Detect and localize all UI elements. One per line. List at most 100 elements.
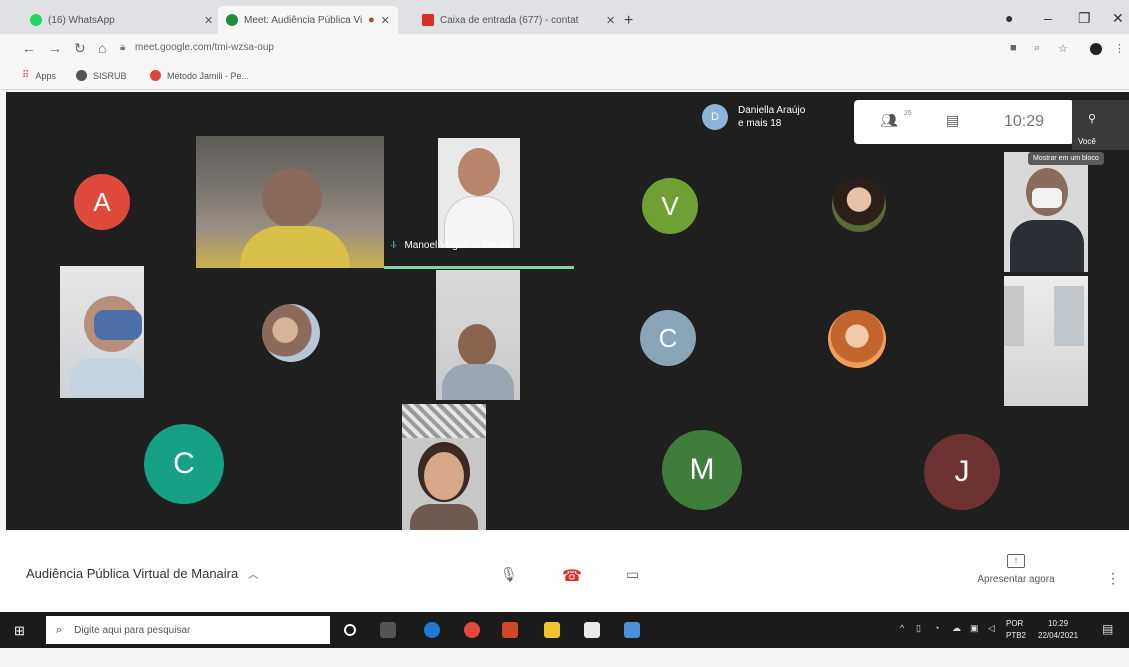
tab-label: Caixa de entrada (677) - contat [440, 14, 579, 26]
task-view-icon[interactable] [380, 622, 396, 638]
participant-avatar-a[interactable]: A [74, 174, 130, 230]
video-tile[interactable] [196, 136, 384, 268]
meeting-title: Audiência Pública Virtual de Manaira [26, 566, 239, 581]
avatar: D [702, 104, 728, 130]
more-options-icon[interactable]: ⋮ [1106, 570, 1120, 587]
cortana-icon[interactable] [344, 624, 356, 636]
battery-icon[interactable]: ▯ [916, 623, 921, 634]
bookmarks-bar: ⠿ Apps SISRUB Método Jamili - Pe... [0, 62, 1129, 90]
profile-menu-icon[interactable]: ● [1005, 10, 1013, 26]
display-icon[interactable]: ▣ [970, 623, 979, 634]
video-tile[interactable] [402, 404, 486, 530]
meeting-controls-bar: Audiência Pública Virtual de Manaira ︿ 🎙… [0, 530, 1129, 612]
taskbar-clock[interactable]: 10:29 22/04/2021 [1038, 618, 1078, 642]
hang-up-icon[interactable]: ☎︎ [562, 566, 582, 586]
participant-avatar-c[interactable]: C [640, 310, 696, 366]
address-bar: ← → ↻ ⌂ 🔒︎ meet.google.com/tmi-wzsa-oup … [0, 34, 1129, 62]
close-icon[interactable]: ✕ [204, 14, 213, 27]
video-tile[interactable] [1004, 152, 1088, 272]
tab-whatsapp[interactable]: (16) WhatsApp ✕ [22, 6, 221, 34]
notifications-icon[interactable]: ▤ [1102, 622, 1113, 636]
microphone-icon[interactable]: 🎙︎ [500, 566, 518, 583]
cloud-icon[interactable]: ☁︎ [952, 623, 961, 634]
video-tile[interactable] [436, 270, 520, 400]
participant-avatar-c2[interactable]: C [144, 424, 224, 504]
reload-icon[interactable]: ↻ [74, 40, 86, 57]
meet-icon [226, 14, 238, 26]
present-now-button[interactable]: ↑ Apresentar agora [966, 554, 1066, 585]
tab-meet[interactable]: Meet: Audiência Pública Vi ● ✕ [218, 6, 398, 34]
lock-icon[interactable]: 🔒︎ [120, 42, 125, 53]
tooltip: Mostrar em um bloco [1028, 152, 1104, 165]
participant-count: 26 [904, 110, 912, 117]
chat-icon[interactable]: ▤ [946, 112, 959, 129]
active-speaker-indicator [384, 266, 574, 269]
powerpoint-icon[interactable] [502, 622, 518, 638]
camera-icon[interactable]: ▭ [626, 566, 639, 583]
avatar[interactable] [1090, 43, 1102, 55]
people-icon[interactable]: 👥︎ [880, 112, 898, 129]
speaker-name: Manoel Virgulino Simão [404, 240, 510, 251]
close-icon[interactable]: ✕ [381, 14, 390, 27]
bookmark-sisrub[interactable]: SISRUB [76, 70, 127, 81]
bookmark-label: SISRUB [93, 70, 127, 81]
clock-date: 22/04/2021 [1038, 631, 1079, 640]
participant-avatar-j[interactable]: J [924, 434, 1000, 510]
minimize-icon[interactable]: – [1044, 10, 1052, 26]
self-view-tile[interactable]: ⚲ Você [1072, 100, 1129, 150]
windows-taskbar: ⊞ ⌕ Digite aqui para pesquisar ^ ▯ ◔ ☁︎ … [0, 612, 1129, 648]
url-field[interactable]: meet.google.com/tmi-wzsa-oup [135, 42, 274, 53]
browser-tab-bar: (16) WhatsApp ✕ Meet: Audiência Pública … [0, 0, 1129, 34]
home-icon[interactable]: ⌂ [98, 40, 106, 56]
tray-chevron-icon[interactable]: ^ [900, 623, 904, 633]
chevron-up-icon: ︿ [248, 570, 259, 581]
participant-photo[interactable] [262, 304, 320, 362]
network-icon[interactable]: ◔ [934, 623, 939, 633]
camera-indicator-icon[interactable]: ■ [1010, 42, 1017, 54]
bookmark-site-icon [150, 70, 161, 81]
bookmark-star-icon[interactable]: ☆ [1058, 42, 1068, 55]
close-icon[interactable]: ✕ [606, 14, 615, 27]
search-icon: ⌕ [56, 623, 63, 636]
edge-icon[interactable] [424, 622, 440, 638]
search-placeholder: Digite aqui para pesquisar [74, 624, 191, 636]
page-margin [0, 648, 1129, 667]
others-indicator[interactable]: D Daniella Araújo e mais 18 [702, 104, 805, 130]
pin-icon[interactable]: ⚲ [1088, 112, 1096, 125]
language-indicator[interactable]: POR PTB2 [1006, 618, 1026, 642]
video-tile[interactable] [1004, 276, 1088, 406]
back-icon[interactable]: ← [22, 40, 36, 56]
participant-avatar-v[interactable]: V [642, 178, 698, 234]
mail-icon[interactable] [624, 622, 640, 638]
bookmark-metodo[interactable]: Método Jamili - Pe... [150, 70, 249, 81]
tab-label: (16) WhatsApp [48, 14, 115, 26]
tab-gmail[interactable]: Caixa de entrada (677) - contat ✕ [414, 6, 623, 34]
zoom-icon[interactable]: ⌕ [1034, 42, 1040, 55]
present-screen-icon: ↑ [1007, 554, 1025, 568]
participant-photo[interactable] [832, 178, 886, 232]
meeting-grid: A V C C M J ·I· Manoel Virgulino Simão D… [6, 92, 1129, 530]
chrome-icon[interactable] [464, 622, 480, 638]
new-tab-button[interactable]: + [624, 12, 633, 30]
forward-icon[interactable]: → [48, 40, 62, 56]
maximize-icon[interactable]: ❐ [1078, 10, 1091, 27]
window-close-icon[interactable]: ✕ [1112, 10, 1124, 27]
meeting-info-panel: 👥︎ 26 ▤ 10:29 [854, 100, 1074, 144]
menu-icon[interactable]: ⋮ [1114, 42, 1125, 55]
tab-label: Meet: Audiência Pública Vi [244, 14, 363, 26]
video-tile-speaker[interactable] [438, 138, 520, 248]
file-explorer-icon[interactable] [544, 622, 560, 638]
video-tile[interactable] [60, 266, 144, 398]
store-icon[interactable] [584, 622, 600, 638]
lang-code: POR [1006, 619, 1024, 628]
bookmark-label: Apps [35, 70, 56, 81]
taskbar-search-input[interactable]: ⌕ Digite aqui para pesquisar [46, 616, 330, 644]
clock-time: 10:29 [1048, 619, 1069, 628]
volume-icon[interactable]: ◁ [988, 623, 995, 634]
participant-avatar-m[interactable]: M [662, 430, 742, 510]
speaker-nameplate: ·I· Manoel Virgulino Simão [390, 240, 510, 251]
bookmark-apps[interactable]: ⠿ Apps [22, 70, 56, 81]
meeting-details-button[interactable]: Audiência Pública Virtual de Manaira ︿ [26, 566, 258, 581]
windows-start-icon[interactable]: ⊞ [14, 623, 25, 639]
participant-photo[interactable] [828, 310, 886, 368]
